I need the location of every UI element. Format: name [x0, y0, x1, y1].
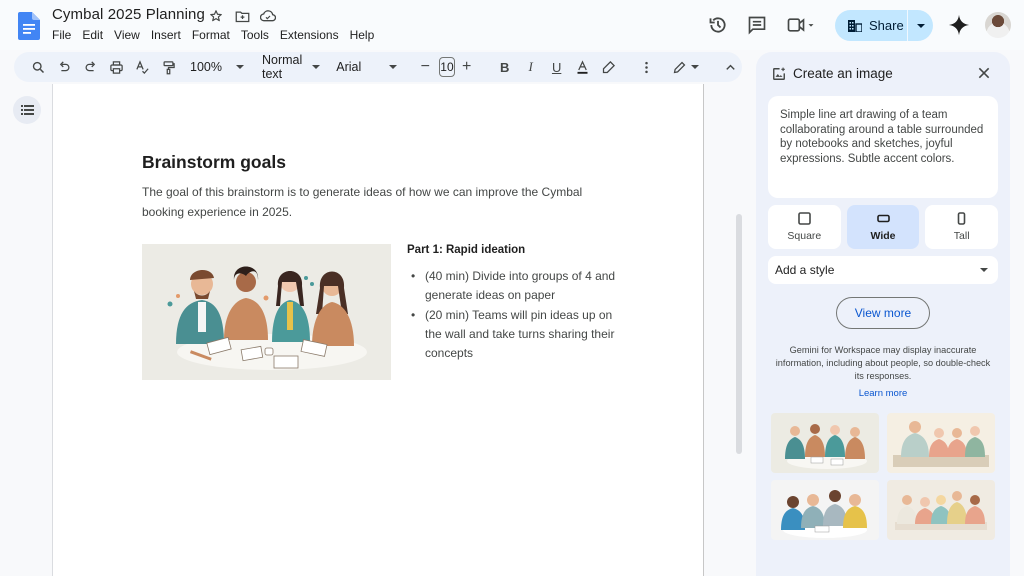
chevron-down-icon: [235, 65, 244, 69]
move-to-folder-icon[interactable]: [234, 8, 250, 24]
chevron-down-icon: [691, 65, 700, 69]
aspect-wide-button[interactable]: Wide: [846, 205, 920, 249]
highlight-color-icon[interactable]: [597, 55, 621, 79]
underline-icon[interactable]: U: [545, 55, 569, 79]
menu-edit[interactable]: Edit: [82, 28, 103, 42]
document-page[interactable]: Brainstorm goals The goal of this brains…: [52, 84, 704, 576]
font-size-input[interactable]: 10: [439, 57, 455, 77]
chevron-down-icon: [916, 23, 925, 28]
docs-logo-icon[interactable]: [18, 12, 40, 40]
formatting-toolbar: 100% Normal text Arial − 10 + B I U: [14, 52, 742, 82]
panel-title: Create an image: [793, 66, 893, 81]
user-avatar[interactable]: [985, 12, 1011, 38]
bold-icon[interactable]: B: [493, 55, 517, 79]
font-family-value: Arial: [336, 60, 362, 74]
menu-tools[interactable]: Tools: [241, 28, 269, 42]
gemini-spark-icon[interactable]: [948, 14, 970, 36]
zoom-value: 100%: [190, 60, 222, 74]
share-options-button[interactable]: [908, 23, 933, 28]
font-family-dropdown[interactable]: Arial: [336, 60, 398, 74]
aspect-square-button[interactable]: Square: [768, 205, 841, 249]
zoom-dropdown[interactable]: 100%: [190, 60, 244, 74]
document-title[interactable]: Cymbal 2025 Planning: [52, 6, 205, 23]
editing-mode-pencil-icon[interactable]: [669, 55, 703, 79]
list-item[interactable]: (40 min) Divide into groups of 4 and gen…: [411, 267, 621, 306]
aspect-label: Wide: [870, 230, 896, 242]
close-icon[interactable]: [976, 65, 992, 81]
menu-file[interactable]: File: [52, 28, 71, 42]
version-history-icon[interactable]: [708, 15, 728, 35]
menu-format[interactable]: Format: [192, 28, 230, 42]
aspect-ratio-selector: Square Wide Tall: [768, 205, 999, 249]
chevron-down-icon: [312, 65, 321, 69]
goal-paragraph[interactable]: The goal of this brainstorm is to genera…: [142, 183, 592, 222]
gemini-disclaimer: Gemini for Workspace may display inaccur…: [775, 345, 991, 381]
create-image-panel: Create an image Simple line art drawing …: [756, 52, 1010, 576]
agenda-list: (40 min) Divide into groups of 4 and gen…: [411, 267, 621, 363]
menu-view[interactable]: View: [114, 28, 140, 42]
cloud-saved-icon[interactable]: [260, 8, 276, 24]
generated-image-thumbnail[interactable]: [887, 413, 995, 473]
menu-help[interactable]: Help: [350, 28, 375, 42]
meet-video-icon[interactable]: [786, 15, 816, 35]
section-title[interactable]: Part 1: Rapid ideation: [407, 244, 525, 256]
thumbnail-illustration: [771, 480, 879, 540]
paragraph-style-dropdown[interactable]: Normal text: [261, 53, 321, 81]
chevron-down-icon: [389, 65, 398, 69]
redo-icon[interactable]: [78, 55, 102, 79]
more-options-icon[interactable]: [635, 55, 659, 79]
learn-more-link[interactable]: Learn more: [756, 388, 1010, 399]
search-menus-icon[interactable]: [26, 55, 50, 79]
aspect-label: Square: [787, 230, 822, 242]
share-button-group: Share: [835, 10, 933, 41]
prompt-input[interactable]: Simple line art drawing of a team collab…: [768, 96, 998, 198]
style-placeholder: Add a style: [775, 263, 835, 277]
menu-bar: File Edit View Insert Format Tools Exten…: [52, 28, 385, 42]
wide-rectangle-icon: [876, 214, 890, 223]
document-scrollbar[interactable]: [736, 214, 742, 454]
generated-image-thumbnail[interactable]: [887, 480, 995, 540]
list-icon: [20, 105, 34, 115]
image-create-icon: [773, 67, 785, 80]
share-button[interactable]: Share: [835, 10, 908, 41]
square-icon: [798, 212, 811, 225]
thumbnail-illustration: [771, 413, 879, 473]
generated-image-thumbnail[interactable]: [771, 413, 879, 473]
aspect-label: Tall: [953, 230, 970, 242]
undo-icon[interactable]: [52, 55, 76, 79]
title-bar: Cymbal 2025 Planning File Edit View Inse…: [0, 0, 1024, 50]
paint-format-icon[interactable]: [156, 55, 180, 79]
paragraph-style-value: Normal text: [261, 53, 303, 81]
increase-font-size-button[interactable]: +: [455, 55, 479, 79]
italic-icon[interactable]: I: [519, 55, 543, 79]
menu-insert[interactable]: Insert: [151, 28, 181, 42]
document-outline-button[interactable]: [13, 96, 41, 124]
share-label: Share: [869, 18, 904, 33]
menu-extensions[interactable]: Extensions: [280, 28, 339, 42]
spellcheck-icon[interactable]: [130, 55, 154, 79]
team-illustration-image[interactable]: [142, 244, 391, 380]
view-more-button[interactable]: View more: [836, 297, 930, 329]
tall-rectangle-icon: [957, 212, 966, 225]
chevron-down-icon: [980, 268, 988, 272]
text-color-icon[interactable]: [571, 55, 595, 79]
print-icon[interactable]: [104, 55, 128, 79]
comments-icon[interactable]: [747, 15, 767, 35]
thumbnail-illustration: [887, 413, 995, 473]
hide-menus-chevron-up-icon[interactable]: [719, 55, 743, 79]
star-icon[interactable]: [208, 8, 224, 24]
thumbnail-illustration: [887, 480, 995, 540]
decrease-font-size-button[interactable]: −: [413, 55, 437, 79]
generated-image-thumbnail[interactable]: [771, 480, 879, 540]
style-dropdown[interactable]: Add a style: [768, 256, 998, 284]
generated-images-grid: [771, 413, 996, 540]
team-illustration: [142, 244, 391, 380]
list-item[interactable]: (20 min) Teams will pin ideas up on the …: [411, 306, 621, 364]
aspect-tall-button[interactable]: Tall: [925, 205, 999, 249]
building-icon: [848, 19, 862, 32]
heading-brainstorm-goals[interactable]: Brainstorm goals: [142, 152, 286, 173]
